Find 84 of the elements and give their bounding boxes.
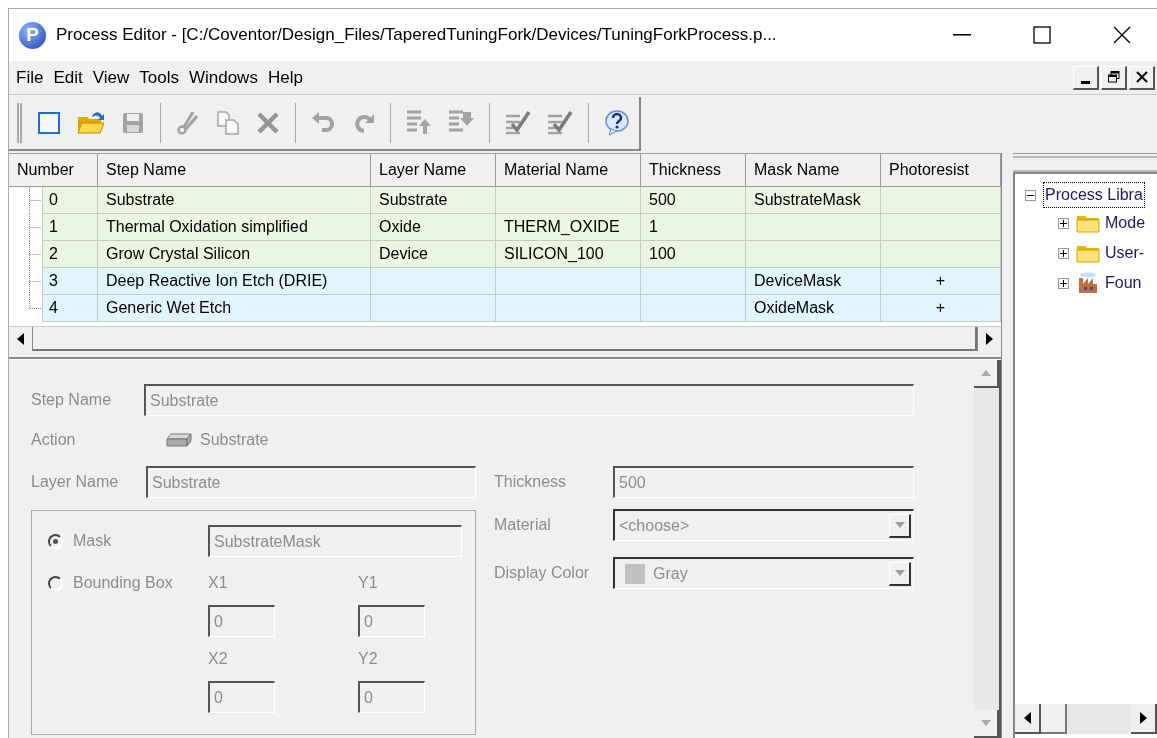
- menu-item[interactable]: Tools: [134, 64, 184, 91]
- open-folder-icon[interactable]: [76, 109, 106, 137]
- table-cell: Device: [371, 241, 496, 268]
- scroll-thumb[interactable]: [1041, 704, 1067, 734]
- child-restore-icon[interactable]: [1101, 65, 1127, 90]
- vertical-scrollbar[interactable]: [974, 360, 1001, 738]
- table-cell: 500: [641, 187, 746, 214]
- table-cell: 0: [42, 187, 98, 214]
- help-icon[interactable]: [603, 109, 631, 137]
- scroll-left-icon[interactable]: [1015, 704, 1041, 734]
- column-header[interactable]: Photoresist: [881, 154, 1001, 187]
- menu-item[interactable]: View: [87, 64, 135, 91]
- table-cell: Substrate: [98, 187, 371, 214]
- table-cell: SILICON_100: [496, 241, 641, 268]
- table-cell: Oxide: [371, 214, 496, 241]
- table-cell: OxideMask: [746, 295, 881, 322]
- radio-label: Mask: [73, 531, 112, 551]
- table-cell: Grow Crystal Silicon: [98, 241, 371, 268]
- table-cell: +: [881, 295, 1001, 322]
- table-cell: 2: [42, 241, 98, 268]
- scroll-up-icon[interactable]: [974, 360, 999, 388]
- new-file-icon[interactable]: [36, 110, 62, 136]
- column-header[interactable]: Layer Name: [371, 154, 496, 187]
- radio-button[interactable]: [48, 575, 63, 591]
- tree-line: [29, 241, 42, 268]
- field-label: Action: [31, 430, 77, 450]
- factory-icon: [1076, 272, 1100, 294]
- toolbar-grip: [17, 103, 22, 143]
- tree-item[interactable]: User-: [1103, 240, 1147, 266]
- radio-label: Bounding Box: [73, 573, 173, 593]
- menu-item[interactable]: File: [11, 64, 49, 91]
- coordinate-label: Y2: [358, 649, 379, 669]
- coordinate-label: X2: [208, 649, 229, 669]
- menu-item[interactable]: Edit: [48, 64, 88, 91]
- table-cell: 1: [641, 214, 746, 241]
- table-cell: 4: [42, 295, 98, 322]
- column-header[interactable]: Number: [9, 154, 98, 187]
- tree-item[interactable]: Process Libra: [1043, 182, 1145, 208]
- table-cell: Thermal Oxidation simplified: [98, 214, 371, 241]
- scroll-down-icon[interactable]: [974, 710, 999, 738]
- folder-icon: [1076, 213, 1100, 233]
- table-cell: Generic Wet Etch: [98, 295, 371, 322]
- column-header[interactable]: Thickness: [641, 154, 746, 187]
- table-cell: THERM_OXIDE: [496, 214, 641, 241]
- table-cell: Deep Reactive Ion Etch (DRIE): [98, 268, 371, 295]
- field-label: Step Name: [31, 390, 113, 410]
- table-cell: DeviceMask: [746, 268, 881, 295]
- tree-item[interactable]: Mode: [1103, 210, 1148, 236]
- field-label: Display Color: [494, 563, 591, 583]
- coordinate-label: Y1: [358, 573, 379, 593]
- substrate-block-icon: [166, 433, 192, 447]
- column-header[interactable]: Step Name: [98, 154, 371, 187]
- horizontal-scrollbar[interactable]: [1015, 704, 1157, 734]
- window-title: Process Editor - [C:/Coventor/Design_Files/TaperedTuningFork/Devices/TuningForkProcess.p...: [56, 24, 777, 47]
- dropdown-value: Gray: [653, 563, 688, 584]
- dropdown-value: <choose>: [619, 515, 690, 536]
- child-minimize-icon[interactable]: [1073, 65, 1099, 90]
- action-value: Substrate: [200, 430, 269, 450]
- scroll-right-icon[interactable]: [1131, 704, 1157, 734]
- folder-icon: [1076, 243, 1100, 263]
- field-label: Thickness: [494, 472, 568, 492]
- table-cell: +: [881, 268, 1001, 295]
- field-label: Layer Name: [31, 472, 120, 492]
- expand-icon[interactable]: [1058, 217, 1069, 229]
- collapse-icon[interactable]: [1025, 189, 1036, 201]
- expand-icon[interactable]: [1058, 247, 1069, 259]
- coordinate-label: X1: [208, 573, 229, 593]
- menu-item[interactable]: Windows: [183, 64, 263, 91]
- app-logo: P: [19, 21, 46, 49]
- table-cell: SubstrateMask: [746, 187, 881, 214]
- expand-icon[interactable]: [1058, 277, 1069, 289]
- tree-item[interactable]: Foun: [1103, 270, 1144, 296]
- child-close-icon[interactable]: [1129, 65, 1155, 90]
- table-cell: 3: [42, 268, 98, 295]
- tree-line: [29, 187, 42, 214]
- table-cell: Substrate: [371, 187, 496, 214]
- menu-item[interactable]: Help: [262, 64, 308, 91]
- table-cell: 100: [641, 241, 746, 268]
- tree-line: [29, 214, 42, 241]
- column-header[interactable]: Mask Name: [746, 154, 881, 187]
- radio-button[interactable]: [48, 533, 63, 549]
- table-cell: 1: [42, 214, 98, 241]
- field-label: Material: [494, 515, 552, 535]
- column-header[interactable]: Material Name: [496, 154, 641, 187]
